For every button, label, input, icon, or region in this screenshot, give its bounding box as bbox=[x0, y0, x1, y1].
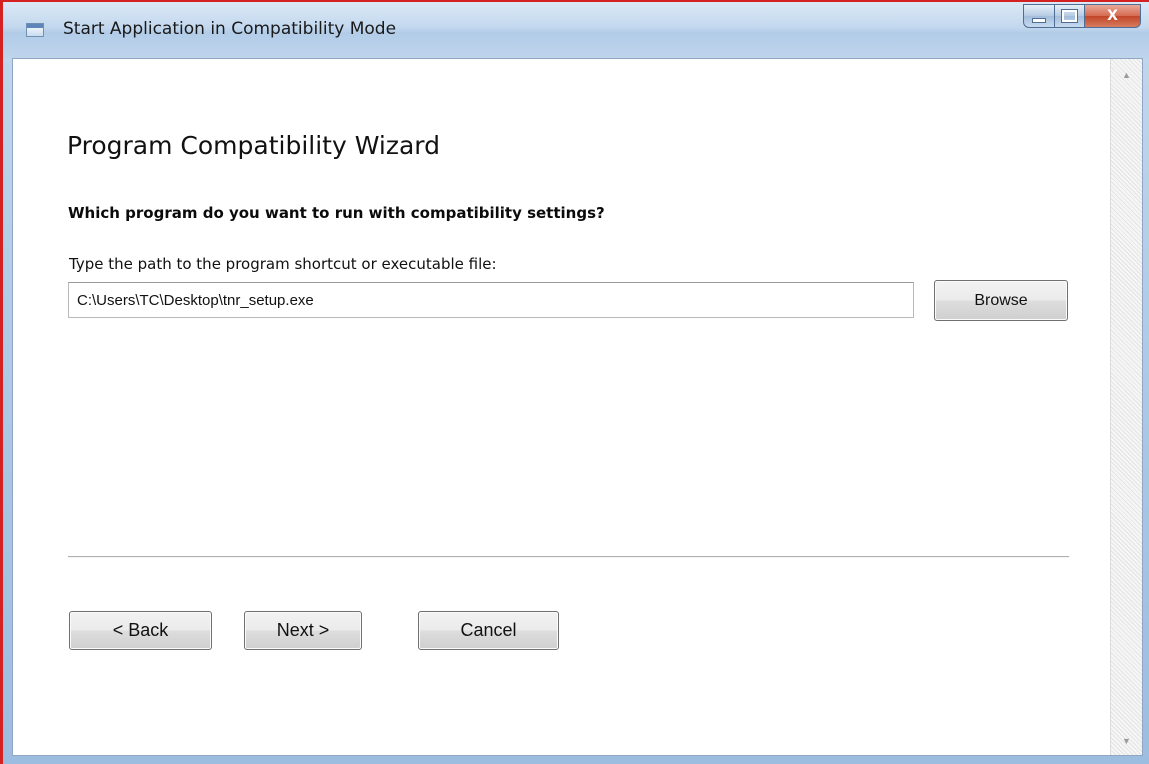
path-field-label: Type the path to the program shortcut or… bbox=[69, 255, 497, 273]
vertical-scrollbar[interactable]: ▲ ▼ bbox=[1110, 59, 1142, 755]
close-button[interactable]: X bbox=[1085, 4, 1141, 28]
question-text: Which program do you want to run with co… bbox=[68, 204, 605, 222]
back-button[interactable]: < Back bbox=[69, 611, 212, 650]
page-title: Program Compatibility Wizard bbox=[67, 131, 440, 160]
program-path-input[interactable] bbox=[68, 282, 914, 318]
wizard-content: Program Compatibility Wizard Which progr… bbox=[12, 58, 1143, 756]
next-button[interactable]: Next > bbox=[244, 611, 362, 650]
browse-button[interactable]: Browse bbox=[934, 280, 1068, 321]
close-icon: X bbox=[1107, 8, 1118, 24]
app-window-icon[interactable] bbox=[26, 23, 44, 37]
cancel-button[interactable]: Cancel bbox=[418, 611, 559, 650]
window-controls: X bbox=[1023, 4, 1141, 30]
window-title: Start Application in Compatibility Mode bbox=[63, 19, 397, 39]
scroll-up-arrow-icon[interactable]: ▲ bbox=[1111, 63, 1142, 87]
wizard-window: Start Application in Compatibility Mode … bbox=[0, 0, 1149, 764]
minimize-button[interactable] bbox=[1023, 4, 1055, 28]
minimize-icon bbox=[1032, 17, 1046, 23]
divider bbox=[68, 556, 1069, 558]
scroll-down-arrow-icon[interactable]: ▼ bbox=[1111, 729, 1142, 753]
maximize-icon bbox=[1061, 9, 1078, 23]
title-bar[interactable]: Start Application in Compatibility Mode … bbox=[3, 2, 1149, 58]
maximize-button[interactable] bbox=[1055, 4, 1085, 28]
